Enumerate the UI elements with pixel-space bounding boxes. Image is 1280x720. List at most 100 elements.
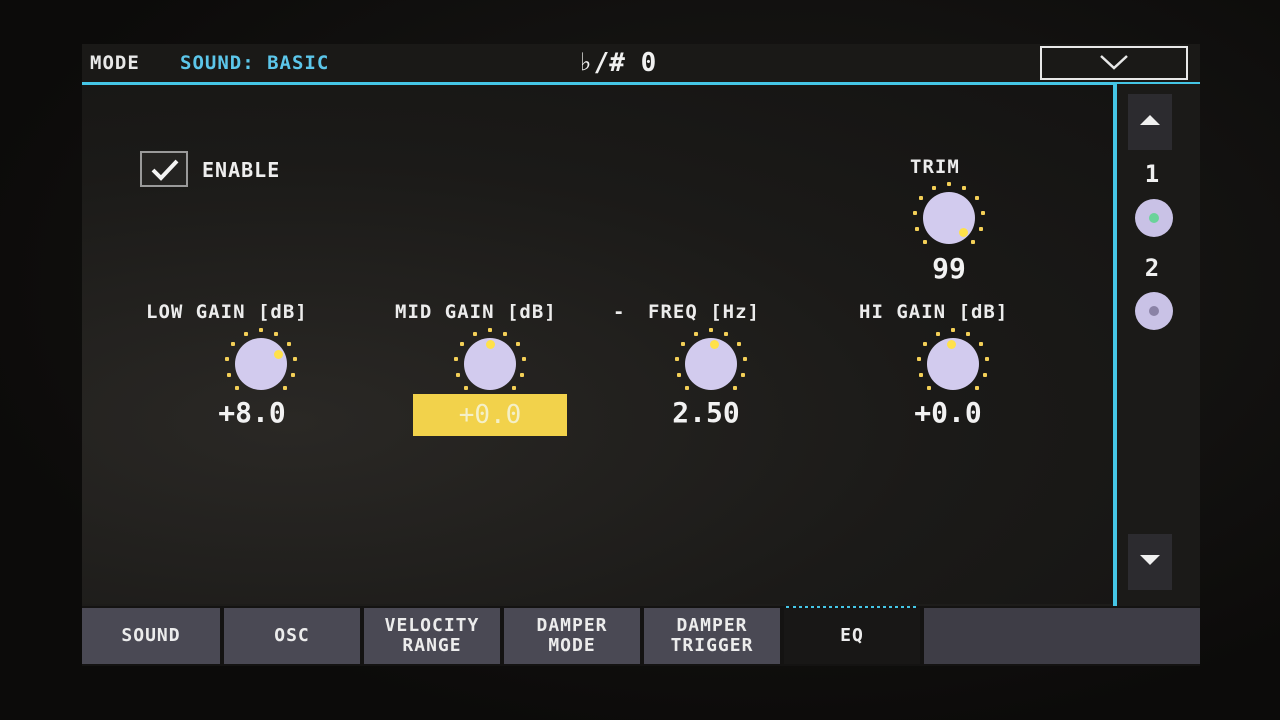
hi-gain-value: +0.0 bbox=[914, 396, 982, 429]
knob-tick-mark bbox=[291, 372, 296, 377]
chevron-down-icon bbox=[1100, 55, 1128, 70]
knob-tick-mark bbox=[979, 226, 984, 231]
tab-velocity-range[interactable]: VELOCITY RANGE bbox=[364, 608, 500, 664]
knob-indicator-dot bbox=[709, 339, 719, 349]
page-2-indicator[interactable] bbox=[1135, 292, 1173, 330]
arrow-down-icon bbox=[1140, 555, 1160, 565]
knob-tick-mark bbox=[922, 240, 927, 245]
label-separator: - bbox=[613, 301, 626, 323]
transpose-indicator: ♭/# 0 bbox=[578, 48, 657, 78]
knob-tick-mark bbox=[935, 331, 940, 336]
knob-tick-mark bbox=[709, 328, 713, 332]
knob-body bbox=[235, 338, 287, 390]
knob-indicator-dot bbox=[273, 349, 283, 359]
knob-indicator-dot bbox=[946, 339, 956, 349]
tab-bar-empty bbox=[924, 608, 1200, 664]
scroll-down-button[interactable] bbox=[1128, 534, 1172, 590]
knob-tick-mark bbox=[274, 331, 279, 336]
tab-damper-mode[interactable]: DAMPER MODE bbox=[504, 608, 640, 664]
active-dot-icon bbox=[1149, 213, 1159, 223]
knob-tick-mark bbox=[463, 386, 468, 391]
knob-tick-mark bbox=[521, 356, 526, 361]
tab-eq[interactable]: EQ bbox=[784, 608, 920, 664]
trim-knob[interactable] bbox=[912, 181, 986, 255]
knob-tick-mark bbox=[234, 386, 239, 391]
knob-tick-mark bbox=[983, 372, 988, 377]
mid-gain-value-selected[interactable]: +0.0 bbox=[413, 394, 567, 436]
bottom-tab-bar: SOUND OSC VELOCITY RANGE DAMPER MODE DAM… bbox=[82, 606, 1200, 666]
page-1-indicator[interactable] bbox=[1135, 199, 1173, 237]
knob-tick-mark bbox=[684, 386, 689, 391]
knob-tick-mark bbox=[917, 356, 922, 361]
knob-tick-mark bbox=[984, 356, 989, 361]
knob-tick-mark bbox=[681, 342, 686, 346]
knob-tick-mark bbox=[980, 210, 985, 215]
knob-tick-mark bbox=[286, 342, 291, 346]
hi-gain-label: HI GAIN [dB] bbox=[859, 301, 1009, 323]
mid-gain-label: MID GAIN [dB] bbox=[395, 301, 557, 323]
freq-knob[interactable] bbox=[674, 327, 748, 401]
knob-tick-mark bbox=[966, 331, 971, 336]
mode-value[interactable]: SOUND: BASIC bbox=[180, 52, 329, 74]
knob-tick-mark bbox=[693, 331, 698, 336]
knob-tick-mark bbox=[926, 386, 931, 391]
page-scroll-panel: 1 2 bbox=[1117, 84, 1200, 606]
knob-tick-mark bbox=[231, 342, 236, 346]
trim-value: 99 bbox=[932, 252, 966, 285]
knob-tick-mark bbox=[975, 386, 980, 391]
knob-tick-mark bbox=[226, 372, 231, 377]
knob-tick-mark bbox=[974, 196, 979, 200]
mode-label: MODE bbox=[90, 52, 140, 74]
page-number-1: 1 bbox=[1144, 160, 1160, 188]
low-gain-label: LOW GAIN [dB] bbox=[146, 301, 308, 323]
knob-tick-mark bbox=[454, 356, 459, 361]
knob-tick-mark bbox=[488, 328, 492, 332]
knob-tick-mark bbox=[913, 210, 918, 215]
trim-label: TRIM bbox=[910, 156, 960, 178]
knob-indicator-dot bbox=[958, 227, 968, 237]
enable-checkbox[interactable] bbox=[140, 151, 188, 187]
low-gain-value: +8.0 bbox=[218, 396, 286, 429]
knob-tick-mark bbox=[931, 185, 936, 190]
freq-label: FREQ [Hz] bbox=[648, 301, 760, 323]
checkmark-icon bbox=[151, 159, 179, 181]
touch-screen: MODE SOUND: BASIC ♭/# 0 ENABLE TRIM 99 L… bbox=[82, 44, 1200, 666]
knob-tick-mark bbox=[283, 386, 288, 391]
header-bar: MODE SOUND: BASIC ♭/# 0 bbox=[82, 44, 1200, 85]
knob-tick-mark bbox=[259, 328, 263, 332]
tab-damper-trigger[interactable]: DAMPER TRIGGER bbox=[644, 608, 780, 664]
enable-label: ENABLE bbox=[202, 158, 281, 182]
knob-tick-mark bbox=[923, 342, 928, 346]
hi-gain-knob[interactable] bbox=[916, 327, 990, 401]
knob-tick-mark bbox=[512, 386, 517, 391]
menu-dropdown-button[interactable] bbox=[1040, 46, 1188, 80]
scroll-up-button[interactable] bbox=[1128, 94, 1172, 150]
tab-osc[interactable]: OSC bbox=[224, 608, 360, 664]
knob-tick-mark bbox=[455, 372, 460, 377]
knob-tick-mark bbox=[951, 328, 955, 332]
knob-tick-mark bbox=[225, 356, 230, 361]
tab-sound[interactable]: SOUND bbox=[82, 608, 220, 664]
knob-tick-mark bbox=[914, 226, 919, 231]
knob-tick-mark bbox=[676, 372, 681, 377]
knob-tick-mark bbox=[503, 331, 508, 336]
knob-tick-mark bbox=[742, 356, 747, 361]
knob-tick-mark bbox=[515, 342, 520, 346]
knob-tick-mark bbox=[918, 372, 923, 377]
knob-tick-mark bbox=[724, 331, 729, 336]
knob-tick-mark bbox=[971, 240, 976, 245]
low-gain-knob[interactable] bbox=[224, 327, 298, 401]
knob-tick-mark bbox=[947, 182, 951, 186]
knob-indicator-dot bbox=[485, 339, 495, 349]
knob-tick-mark bbox=[741, 372, 746, 377]
knob-tick-mark bbox=[460, 342, 465, 346]
mid-gain-knob[interactable] bbox=[453, 327, 527, 401]
knob-tick-mark bbox=[919, 196, 924, 200]
knob-tick-mark bbox=[520, 372, 525, 377]
inactive-dot-icon bbox=[1149, 306, 1159, 316]
knob-tick-mark bbox=[472, 331, 477, 336]
knob-tick-mark bbox=[292, 356, 297, 361]
knob-tick-mark bbox=[243, 331, 248, 336]
knob-tick-mark bbox=[736, 342, 741, 346]
arrow-up-icon bbox=[1140, 115, 1160, 125]
